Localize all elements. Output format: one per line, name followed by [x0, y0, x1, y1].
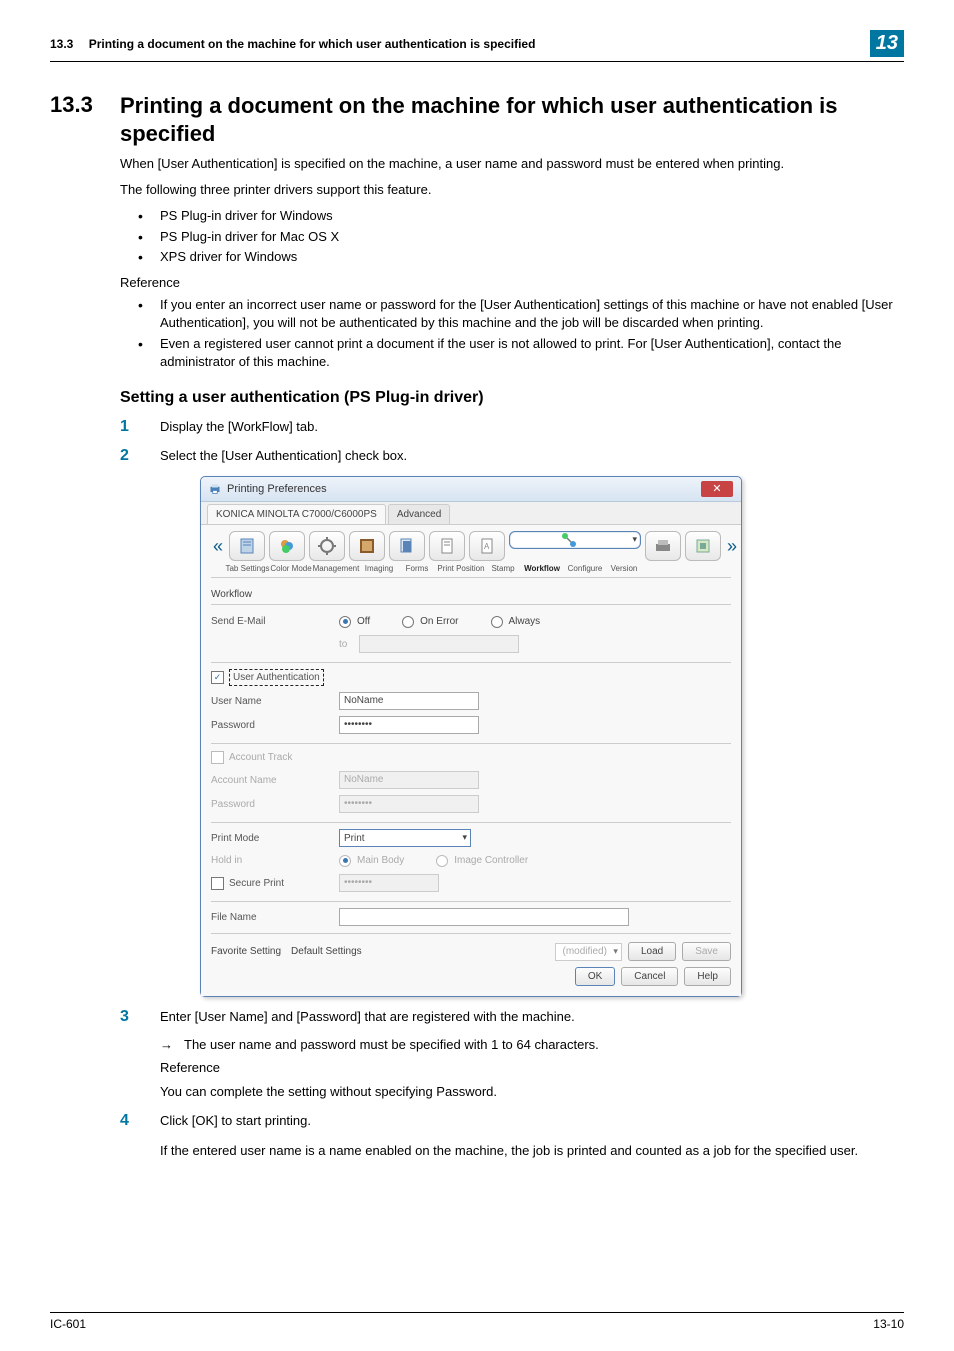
send-email-onerror-radio[interactable]: On Error — [402, 614, 458, 629]
toolbar-label: Forms — [398, 563, 436, 575]
print-mode-select[interactable]: Print — [339, 829, 471, 847]
toolbar-label: Configure — [564, 563, 606, 575]
close-button[interactable]: ✕ — [701, 481, 733, 497]
step-2: 2 Select the [User Authentication] check… — [120, 446, 900, 997]
help-button[interactable]: Help — [684, 967, 731, 986]
running-header: 13.3 Printing a document on the machine … — [50, 30, 904, 61]
printing-preferences-dialog: Printing Preferences ✕ KONICA MINOLTA C7… — [200, 476, 742, 998]
chapter-badge: 13 — [870, 30, 904, 57]
favorite-modified-dropdown[interactable]: (modified) — [555, 943, 621, 961]
imaging-icon[interactable] — [349, 531, 385, 561]
print-mode-label: Print Mode — [211, 831, 331, 846]
driver-list: PS Plug-in driver for Windows PS Plug-in… — [120, 207, 900, 266]
file-name-input[interactable] — [339, 908, 629, 926]
toolbar-label: Version — [606, 563, 642, 575]
step-text: Select the [User Authentication] check b… — [160, 448, 407, 463]
footer-left: IC-601 — [50, 1317, 86, 1331]
svg-text:A: A — [484, 542, 490, 551]
cancel-button[interactable]: Cancel — [621, 967, 678, 986]
file-name-label: File Name — [211, 910, 331, 925]
step-3-reference-text: You can complete the setting without spe… — [160, 1082, 900, 1102]
step-text: Enter [User Name] and [Password] that ar… — [160, 1009, 575, 1024]
configure-icon[interactable] — [645, 531, 681, 561]
list-item: XPS driver for Windows — [120, 248, 900, 266]
account-password-label: Password — [211, 797, 331, 812]
holdin-imgctrl-radio: Image Controller — [436, 853, 528, 868]
subheading: Setting a user authentication (PS Plug-i… — [120, 389, 900, 407]
tab-advanced[interactable]: Advanced — [388, 504, 450, 524]
load-button[interactable]: Load — [628, 942, 676, 961]
header-section-number: 13.3 — [50, 37, 73, 51]
intro-paragraph-1: When [User Authentication] is specified … — [120, 155, 900, 173]
stamp-icon[interactable]: A — [469, 531, 505, 561]
chevron-left-icon[interactable]: « — [211, 533, 225, 560]
step-1: 1 Display the [WorkFlow] tab. — [120, 417, 900, 437]
secure-print-input: •••••••• — [339, 874, 439, 892]
favorite-setting-value: Default Settings — [291, 944, 362, 959]
send-email-always-radio[interactable]: Always — [491, 614, 541, 629]
reference-label: Reference — [120, 274, 900, 292]
toolbar-label: Management — [312, 563, 360, 575]
send-email-to-label: to — [339, 637, 347, 652]
tab-settings-icon[interactable] — [229, 531, 265, 561]
favorite-setting-label: Favorite Setting — [211, 944, 281, 959]
header-section-title: Printing a document on the machine for w… — [89, 37, 536, 51]
tab-printer-model[interactable]: KONICA MINOLTA C7000/C6000PS — [207, 504, 386, 524]
send-email-off-radio[interactable]: Off — [339, 614, 370, 629]
list-item: PS Plug-in driver for Mac OS X — [120, 228, 900, 246]
forms-icon[interactable] — [389, 531, 425, 561]
toolbar-label: Imaging — [360, 563, 398, 575]
step-4-note: If the entered user name is a name enabl… — [160, 1141, 900, 1161]
account-password-input: •••••••• — [339, 795, 479, 813]
dialog-title: Printing Preferences — [227, 481, 327, 498]
send-email-label: Send E-Mail — [211, 614, 331, 629]
intro-paragraph-2: The following three printer drivers supp… — [120, 181, 900, 199]
step-3-note: The user name and password must be speci… — [160, 1035, 900, 1055]
toolbar-label: Print Position — [436, 563, 486, 575]
step-4: 4 Click [OK] to start printing. If the e… — [120, 1111, 900, 1160]
save-button[interactable]: Save — [682, 942, 731, 961]
footer-right: 13-10 — [873, 1317, 904, 1331]
list-item: If you enter an incorrect user name or p… — [120, 296, 900, 332]
toolbar-label: Stamp — [486, 563, 520, 575]
send-email-to-input — [359, 635, 519, 653]
account-name-input: NoName — [339, 771, 479, 789]
chevron-right-icon[interactable]: » — [725, 533, 739, 560]
holdin-label: Hold in — [211, 853, 331, 868]
user-name-label: User Name — [211, 694, 331, 709]
holdin-mainbody-radio: Main Body — [339, 853, 404, 868]
workflow-icon[interactable] — [509, 531, 641, 549]
step-text: Display the [WorkFlow] tab. — [160, 419, 318, 434]
section-number: 13.3 — [50, 92, 120, 118]
list-item: PS Plug-in driver for Windows — [120, 207, 900, 225]
reference-list: If you enter an incorrect user name or p… — [120, 296, 900, 371]
ok-button[interactable]: OK — [575, 967, 615, 986]
page-footer: IC-601 13-10 — [50, 1312, 904, 1331]
print-position-icon[interactable] — [429, 531, 465, 561]
step-3-reference-label: Reference — [160, 1058, 900, 1078]
printing-preferences-screenshot: Printing Preferences ✕ KONICA MINOLTA C7… — [200, 476, 900, 998]
list-item: Even a registered user cannot print a do… — [120, 335, 900, 371]
secure-print-checkbox[interactable]: Secure Print — [211, 876, 331, 891]
toolbar-label-active: Workflow — [520, 563, 564, 575]
user-name-input[interactable]: NoName — [339, 692, 479, 710]
toolbar-label: Tab Settings — [225, 563, 270, 575]
step-3: 3 Enter [User Name] and [Password] that … — [120, 1007, 900, 1101]
version-icon[interactable] — [685, 531, 721, 561]
step-text: Click [OK] to start printing. — [160, 1113, 311, 1128]
password-label: Password — [211, 718, 331, 733]
toolbar-label: Color Mode — [270, 563, 312, 575]
account-name-label: Account Name — [211, 773, 331, 788]
account-track-checkbox[interactable]: Account Track — [211, 750, 292, 765]
section-title: Printing a document on the machine for w… — [120, 92, 904, 147]
management-icon[interactable] — [309, 531, 345, 561]
color-mode-icon[interactable] — [269, 531, 305, 561]
password-input[interactable]: •••••••• — [339, 716, 479, 734]
printer-icon — [209, 483, 221, 495]
user-authentication-checkbox[interactable]: User Authentication — [211, 669, 324, 686]
workflow-section-label: Workflow — [211, 584, 731, 605]
